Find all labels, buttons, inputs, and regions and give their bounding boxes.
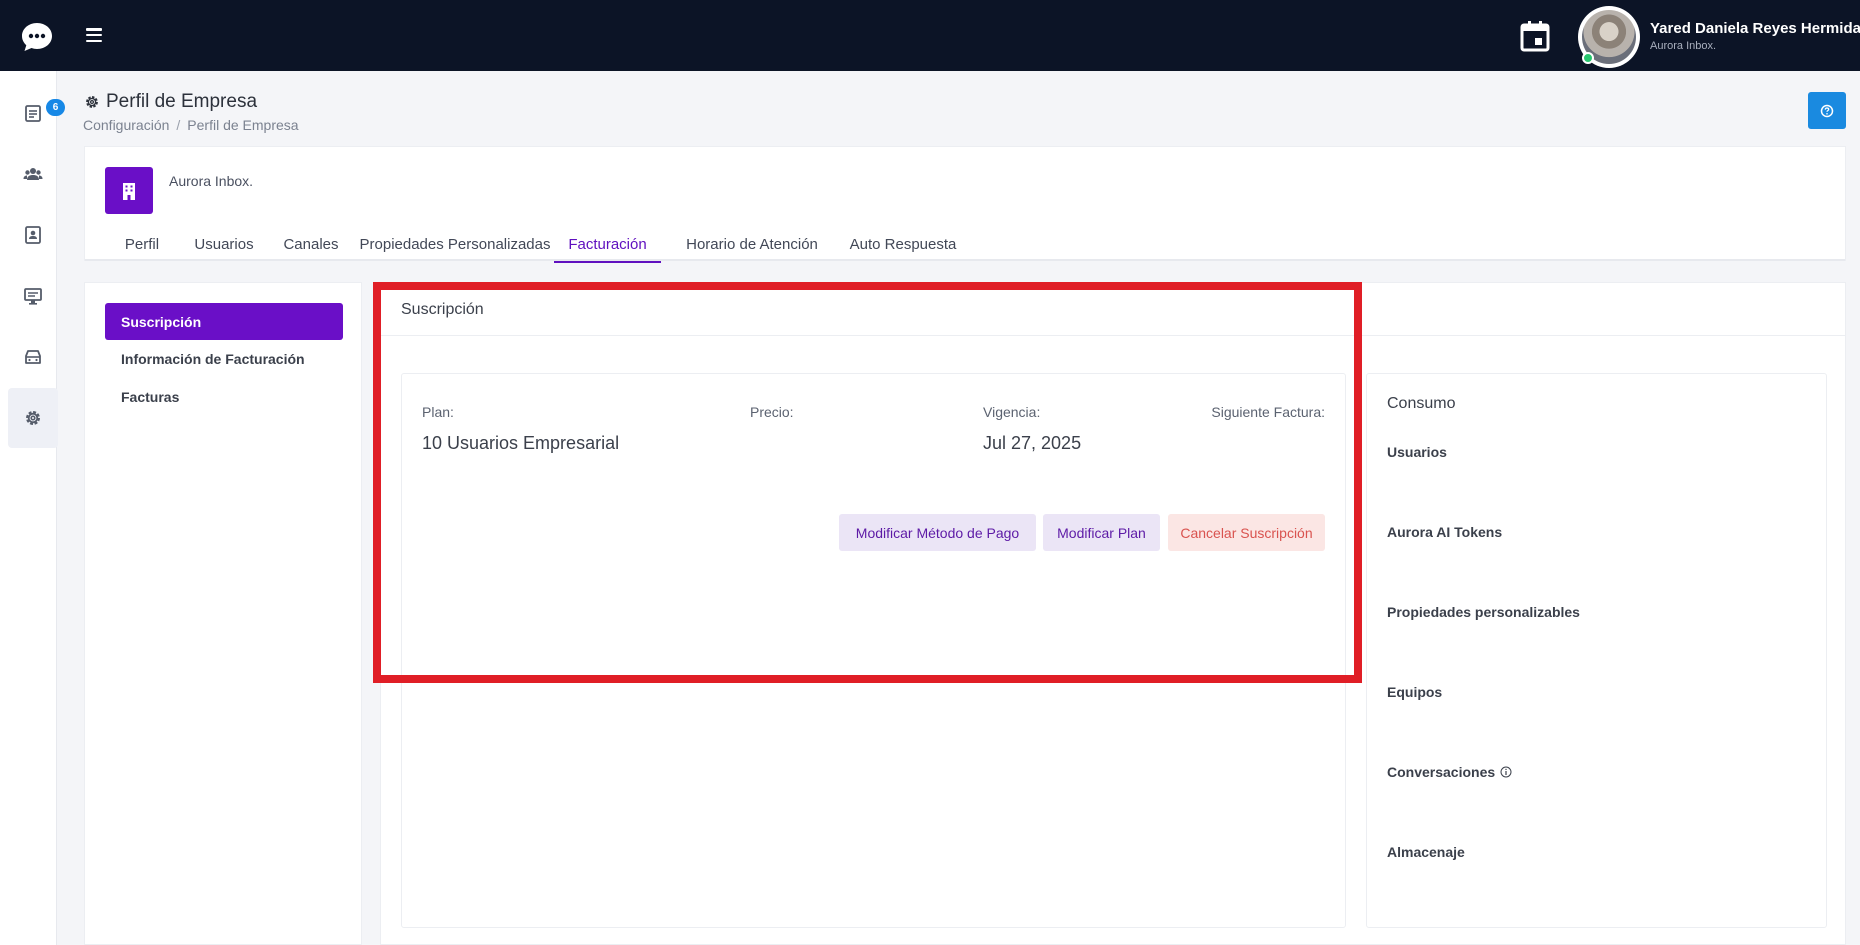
calendar-icon[interactable] — [1520, 20, 1550, 52]
usage-item-propiedades-personalizables: Propiedades personalizables — [1387, 604, 1580, 620]
tab-usuarios[interactable]: Usuarios — [181, 227, 267, 261]
modify-plan-button[interactable]: Modificar Plan — [1043, 514, 1160, 551]
sidebar-item-tray[interactable] — [8, 327, 58, 387]
sidebar-item-inbox[interactable]: 6 — [8, 83, 65, 143]
usage-label: Equipos — [1387, 684, 1443, 700]
usage-label: Propiedades personalizables — [1387, 604, 1580, 620]
usage-item-equipos: Equipos — [1387, 684, 1442, 700]
usage-label: Almacenaje — [1387, 844, 1465, 860]
cancel-subscription-button[interactable]: Cancelar Suscripción — [1168, 514, 1325, 551]
left-sidebar: 6 — [0, 71, 65, 945]
validity-value: Jul 27, 2025 — [983, 433, 1082, 453]
usage-item-almacenaje: Almacenaje — [1387, 844, 1465, 860]
tab-facturacion[interactable]: Facturación — [554, 227, 661, 263]
gear-icon — [86, 96, 98, 108]
usage-item-conversaciones: Conversaciones — [1387, 764, 1512, 780]
tab-propiedades-personalizadas[interactable]: Propiedades Personalizadas — [355, 227, 555, 261]
sidebar-item-contacts[interactable] — [8, 205, 58, 265]
subscription-panel: Suscripción Plan: 10 Usuarios Empresaria… — [380, 282, 1846, 945]
next-invoice-label: Siguiente Factura: — [1211, 404, 1325, 420]
validity-label: Vigencia: — [983, 404, 1041, 420]
tab-canales[interactable]: Canales — [271, 227, 351, 261]
inbox-icon — [25, 105, 41, 122]
tray-icon — [25, 350, 41, 364]
sidebar-item-settings[interactable] — [8, 388, 58, 448]
breadcrumb-item-current: Perfil de Empresa — [187, 117, 299, 133]
building-icon — [105, 167, 153, 214]
price-label: Precio: — [750, 404, 794, 420]
panel-title: Suscripción — [401, 301, 484, 318]
subnav-item-suscripcion[interactable]: Suscripción — [105, 303, 343, 340]
contacts-icon — [25, 226, 41, 244]
page-title: Perfil de Empresa — [84, 91, 257, 113]
hamburger-menu-icon[interactable] — [86, 28, 102, 42]
subnav-item-facturas[interactable]: Facturas — [105, 378, 343, 415]
sidebar-item-monitor[interactable] — [8, 266, 58, 326]
info-icon[interactable] — [1500, 766, 1512, 778]
usage-label: Aurora AI Tokens — [1387, 524, 1503, 540]
sidebar-item-team[interactable] — [8, 144, 58, 204]
help-icon — [1820, 104, 1834, 117]
breadcrumb: Configuración / Perfil de Empresa — [83, 117, 299, 133]
company-name: Aurora Inbox. — [169, 173, 254, 189]
unread-badge: 6 — [46, 99, 65, 116]
help-button[interactable] — [1808, 92, 1846, 129]
usage-label: Conversaciones — [1387, 764, 1496, 780]
plan-label: Plan: — [422, 404, 454, 420]
page-title-text: Perfil de Empresa — [106, 91, 258, 112]
tab-perfil[interactable]: Perfil — [107, 227, 177, 261]
user-name[interactable]: Yared Daniela Reyes Hermida — [1650, 20, 1860, 37]
panel-header: Suscripción — [381, 283, 1845, 336]
usage-card: Consumo Usuarios Aurora AI Tokens Propie… — [1366, 373, 1827, 928]
team-icon — [23, 168, 43, 180]
subscription-card: Plan: 10 Usuarios Empresarial Precio: Vi… — [401, 373, 1346, 928]
breadcrumb-separator: / — [176, 117, 181, 133]
company-tabs: Perfil Usuarios Canales Propiedades Pers… — [85, 227, 1845, 263]
tab-horario-de-atencion[interactable]: Horario de Atención — [665, 227, 839, 261]
usage-title: Consumo — [1387, 395, 1456, 412]
tab-auto-respuesta[interactable]: Auto Respuesta — [841, 227, 965, 261]
billing-subnav: Suscripción Información de Facturación F… — [84, 282, 362, 945]
breadcrumb-item-configuracion[interactable]: Configuración — [83, 117, 169, 133]
user-organization: Aurora Inbox. — [1650, 40, 1717, 52]
modify-payment-method-button[interactable]: Modificar Método de Pago — [839, 514, 1036, 551]
avatar[interactable] — [1578, 6, 1640, 68]
top-bar: Yared Daniela Reyes Hermida Aurora Inbox… — [0, 0, 1860, 71]
plan-value: 10 Usuarios Empresarial — [422, 433, 620, 453]
online-status-dot — [1582, 52, 1594, 64]
subnav-item-informacion-de-facturacion[interactable]: Información de Facturación — [105, 340, 343, 377]
usage-item-usuarios: Usuarios — [1387, 444, 1447, 460]
chat-bubble-icon[interactable] — [21, 22, 53, 52]
company-card: Aurora Inbox. Perfil Usuarios Canales Pr… — [84, 146, 1846, 263]
settings-icon — [26, 411, 40, 425]
monitor-icon — [24, 288, 42, 305]
usage-label: Usuarios — [1387, 444, 1447, 460]
usage-item-aurora-ai-tokens: Aurora AI Tokens — [1387, 524, 1502, 540]
